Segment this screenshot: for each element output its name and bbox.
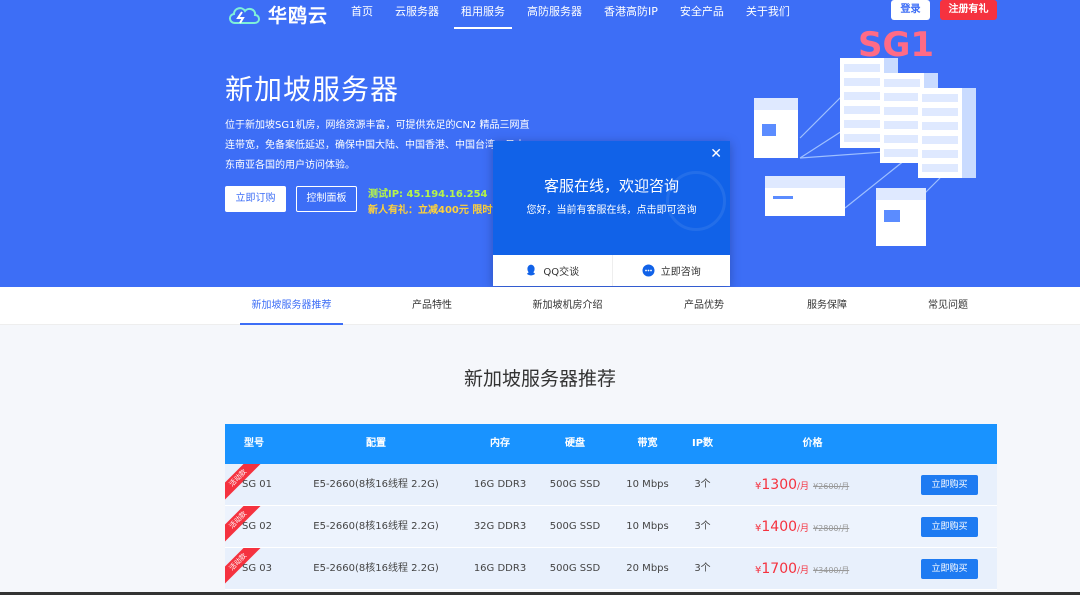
hero-title: 新加坡服务器: [225, 73, 400, 106]
table-body: 活动款 SG 01 E5-2660(8核16线程 2.2G) 16G DDR3 …: [225, 464, 997, 590]
nav-hk-ddos-ip[interactable]: 香港高防IP: [593, 0, 669, 30]
chat-title: 客服在线，欢迎咨询: [543, 177, 679, 195]
control-panel-button[interactable]: 控制面板: [296, 186, 357, 212]
server-box-icon: [765, 176, 845, 216]
buy-now-button[interactable]: 立即购买: [921, 475, 978, 495]
login-button[interactable]: 登录: [891, 0, 930, 20]
tab-datacenter[interactable]: 新加坡机房介绍: [525, 287, 610, 325]
price-value: 1300: [761, 477, 798, 493]
price-value: 1400: [761, 519, 798, 535]
th-bandwidth: 带宽: [637, 438, 658, 449]
test-ip-text: 测试IP: 45.194.16.254: [368, 189, 488, 200]
consult-label: 立即咨询: [660, 267, 701, 278]
tab-recommended[interactable]: 新加坡服务器推荐: [240, 287, 343, 325]
svg-text:SG1: SG1: [858, 25, 934, 65]
cell-price: ¥1300/月 ¥2600/月: [755, 464, 895, 505]
cell-config: E5-2660(8核16线程 2.2G): [313, 521, 439, 532]
tab-advantages[interactable]: 产品优势: [672, 287, 736, 325]
cell-model: SG 02: [242, 521, 272, 532]
price-unit: /月: [797, 566, 810, 576]
cell-memory: 32G DDR3: [473, 521, 527, 532]
chat-actions: QQ交谈 立即咨询: [493, 255, 730, 286]
logo[interactable]: 华鸥云: [226, 0, 328, 28]
consult-button[interactable]: 立即咨询: [611, 255, 731, 286]
price-original: ¥2800/月: [813, 524, 850, 533]
th-config: 配置: [366, 438, 386, 449]
th-price: 价格: [802, 438, 823, 449]
qq-chat-label: QQ交谈: [543, 267, 580, 278]
chat-popup: ✕ 客服在线，欢迎咨询 您好，当前有客服在线，点击即可咨询 QQ交谈 立即咨询: [493, 141, 730, 286]
price-unit: /月: [797, 482, 810, 492]
price-value: 1700: [761, 561, 798, 577]
logo-text: 华鸥云: [268, 4, 329, 27]
nav-ddos-server[interactable]: 高防服务器: [516, 0, 593, 30]
nav-security[interactable]: 安全产品: [669, 0, 735, 30]
cell-price: ¥1400/月 ¥2800/月: [755, 506, 895, 547]
buy-now-button[interactable]: 立即购买: [921, 559, 978, 579]
cell-disk: 500G SSD: [549, 563, 601, 574]
table-header: 型号 配置 内存 硬盘 带宽 IP数 价格: [225, 424, 997, 464]
cell-ips: 3个: [694, 521, 711, 532]
table-row: 活动款 SG 03 E5-2660(8核16线程 2.2G) 16G DDR3 …: [225, 548, 997, 590]
section-tabs: 新加坡服务器推荐 产品特性 新加坡机房介绍 产品优势 服务保障 常见问题: [0, 287, 1080, 325]
nav-cloud-server[interactable]: 云服务器: [384, 0, 450, 30]
promo-text[interactable]: 新人有礼：立减400元 限时领取: [368, 201, 512, 216]
cell-model: SG 01: [242, 479, 272, 490]
close-icon[interactable]: ✕: [710, 147, 722, 161]
cell-disk: 500G SSD: [549, 521, 601, 532]
cell-ips: 3个: [694, 563, 711, 574]
th-memory: 内存: [490, 438, 510, 449]
cell-memory: 16G DDR3: [473, 479, 527, 490]
section-title: 新加坡服务器推荐: [463, 368, 616, 390]
table-row: 活动款 SG 02 E5-2660(8核16线程 2.2G) 32G DDR3 …: [225, 506, 997, 548]
tab-faq[interactable]: 常见问题: [916, 287, 980, 325]
price-original: ¥2600/月: [813, 482, 850, 491]
message-icon: [642, 264, 655, 277]
th-model: 型号: [244, 438, 264, 449]
cloud-box-icon: [876, 188, 926, 246]
cell-config: E5-2660(8核16线程 2.2G): [313, 479, 439, 490]
cell-disk: 500G SSD: [549, 479, 601, 490]
cell-memory: 16G DDR3: [473, 563, 527, 574]
tab-features[interactable]: 产品特性: [400, 287, 464, 325]
server-table: 型号 配置 内存 硬盘 带宽 IP数 价格 活动款 SG 01 E5-2660(…: [225, 424, 997, 590]
server-rack-icon: [840, 58, 976, 178]
th-disk: 硬盘: [565, 438, 585, 449]
qq-icon: [527, 264, 536, 276]
price-unit: /月: [797, 524, 810, 534]
qq-chat-button[interactable]: QQ交谈: [493, 255, 612, 286]
tab-service[interactable]: 服务保障: [795, 287, 859, 325]
nav-rental-service[interactable]: 租用服务: [450, 0, 516, 30]
chat-subtitle: 您好，当前有客服在线，点击即可咨询: [526, 205, 697, 216]
cell-model: SG 03: [242, 563, 272, 574]
hero-description: 位于新加坡SG1机房，网络资源丰富，可提供充足的CN2 精品三网直连带宽，免备案…: [225, 120, 535, 171]
storage-box-icon: [754, 98, 798, 158]
cloud-logo-icon: [229, 7, 260, 24]
server-illustration: SG1: [754, 25, 976, 246]
cell-price: ¥1700/月 ¥3400/月: [755, 548, 895, 589]
cell-bandwidth: 20 Mbps: [626, 563, 669, 574]
cell-bandwidth: 10 Mbps: [626, 479, 669, 490]
nav-links: 首页 云服务器 租用服务 高防服务器 香港高防IP 安全产品 关于我们: [340, 0, 801, 30]
order-now-button[interactable]: 立即订购: [225, 186, 286, 212]
table-row: 活动款 SG 01 E5-2660(8核16线程 2.2G) 16G DDR3 …: [225, 464, 997, 506]
th-ips: IP数: [691, 438, 714, 449]
cell-bandwidth: 10 Mbps: [626, 521, 669, 532]
register-button[interactable]: 注册有礼: [940, 0, 997, 20]
nav-home[interactable]: 首页: [340, 0, 384, 30]
price-original: ¥3400/月: [813, 566, 850, 575]
cell-config: E5-2660(8核16线程 2.2G): [313, 563, 439, 574]
buy-now-button[interactable]: 立即购买: [921, 517, 978, 537]
cell-ips: 3个: [694, 479, 711, 490]
